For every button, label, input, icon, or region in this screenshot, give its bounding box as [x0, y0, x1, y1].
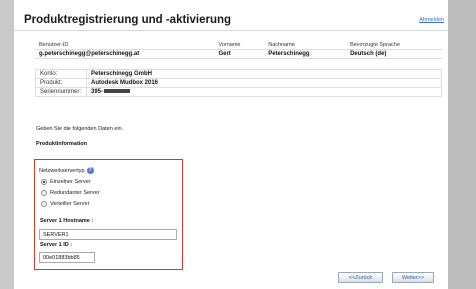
network-server-panel: Netzwerkservertyp? Einzelner Server Redu…	[34, 159, 183, 270]
header-language: Bevorzugte Sprache	[350, 42, 400, 48]
last-name-value: Peterschinegg	[264, 49, 347, 59]
next-button[interactable]: Weiter>>	[392, 272, 434, 283]
hostname-label: Server 1 Hostname :	[40, 218, 94, 224]
right-scroll-area	[448, 0, 476, 289]
instruction-text: Geben Sie die folgenden Daten ein.	[36, 126, 124, 132]
user-table-header: Benutzer-ID Vorname Nachname Bevorzugte …	[35, 41, 442, 50]
user-table: Benutzer-ID Vorname Nachname Bevorzugte …	[35, 41, 442, 59]
language-value: Deutsch (de)	[346, 49, 442, 59]
info-row-account: Konto: Peterschinegg GmbH	[35, 69, 442, 79]
registration-page: Produktregistrierung und -aktivierung Ab…	[14, 0, 448, 289]
radio-redundant-server[interactable]	[41, 190, 47, 196]
logout-link[interactable]: Abmelden	[419, 17, 444, 23]
radio-distributed-server-label[interactable]: Verteilter Server	[50, 201, 89, 207]
radio-redundant-server-label[interactable]: Redundanter Server	[50, 190, 100, 196]
header-user-id: Benutzer-ID	[39, 42, 69, 48]
network-type-row: Netzwerkservertyp?	[39, 167, 94, 174]
info-row-product: Produkt: Autodesk Mudbox 2016	[35, 78, 442, 88]
info-row-serial: Seriennummer: 395-	[35, 87, 442, 97]
user-id-value: g.peterschinegg@peterschinegg.at	[35, 49, 215, 59]
header-last-name: Nachname	[268, 42, 295, 48]
first-name-value: Gert	[214, 49, 265, 59]
account-value: Peterschinegg GmbH	[86, 69, 442, 79]
back-button[interactable]: <<Zurück	[338, 272, 383, 283]
server-id-label: Server 1 ID :	[40, 242, 73, 248]
page-title: Produktregistrierung und -aktivierung	[24, 14, 232, 26]
account-label: Konto:	[35, 69, 87, 79]
network-type-label: Netzwerkservertyp	[39, 167, 85, 174]
info-table: Konto: Peterschinegg GmbH Produkt: Autod…	[35, 69, 442, 97]
redaction-bar	[104, 89, 131, 94]
product-label: Produkt:	[35, 78, 87, 88]
serial-value-cell: 395-	[86, 87, 442, 97]
product-value: Autodesk Mudbox 2016	[86, 78, 442, 88]
radio-distributed-server[interactable]	[41, 201, 47, 207]
help-icon[interactable]: ?	[86, 167, 94, 174]
serial-value: 395-	[91, 89, 104, 95]
user-table-row: g.peterschinegg@peterschinegg.at Gert Pe…	[35, 49, 442, 59]
section-heading: Produktinformation	[36, 141, 88, 147]
serial-label: Seriennummer:	[35, 87, 87, 97]
title-bar: Produktregistrierung und -aktivierung Ab…	[14, 8, 448, 31]
header-first-name: Vorname	[218, 42, 241, 48]
server-id-input[interactable]: 00e01883bb85	[39, 252, 95, 263]
radio-single-server-label[interactable]: Einzelner Server	[50, 179, 91, 185]
hostname-input[interactable]: SERVER1	[39, 229, 177, 240]
radio-single-server[interactable]	[41, 179, 47, 185]
